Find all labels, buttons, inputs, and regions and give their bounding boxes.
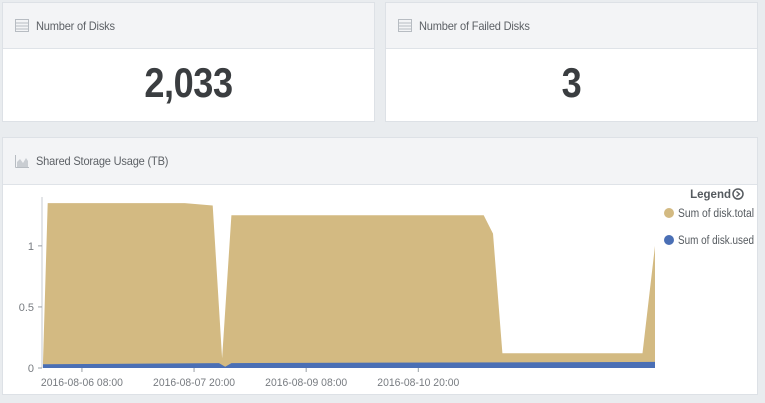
series-area-disk-total [43, 203, 655, 368]
metric-value: 2,033 [144, 59, 233, 106]
legend-swatch[interactable] [664, 235, 674, 245]
y-tick-label: 0.5 [19, 302, 34, 314]
panel-title: Shared Storage Usage (TB) [36, 154, 169, 168]
panel-header: Shared Storage Usage (TB) [3, 138, 757, 185]
y-tick-label: 0 [28, 363, 34, 375]
number-of-disks-panel: Number of Disks 2,033 [2, 2, 375, 122]
storage-area-chart: 0 0.5 1 2016-08-06 08:00 2016-08-07 20:00 201… [19, 188, 754, 403]
x-tick-label: 2016-08-10 20:00 [377, 377, 459, 389]
number-of-failed-disks-panel: Number of Failed Disks 3 [385, 2, 758, 122]
panel-header: Number of Failed Disks [386, 3, 757, 49]
legend-title: Legend [690, 189, 731, 201]
legend-swatch[interactable] [664, 208, 674, 218]
x-tick-label: 2016-08-06 08:00 [41, 377, 123, 389]
x-tick-label: 2016-08-09 08:00 [265, 377, 347, 389]
panel-title: Number of Failed Disks [419, 18, 530, 33]
table-icon [15, 19, 29, 32]
area-chart-icon [15, 154, 29, 168]
chevron-right-icon [736, 191, 741, 197]
y-tick-label: 1 [28, 241, 34, 253]
metric-value: 3 [561, 59, 582, 106]
shared-storage-usage-panel: Shared Storage Usage (TB) 0 0.5 1 2016-08-0… [2, 137, 758, 403]
table-icon [398, 19, 412, 32]
panel-title: Number of Disks [36, 18, 115, 33]
legend-item-label[interactable]: Sum of disk.used [678, 235, 754, 247]
panel-header: Number of Disks [3, 3, 374, 49]
legend-item-label[interactable]: Sum of disk.total [678, 208, 754, 220]
x-tick-label: 2016-08-07 20:00 [153, 377, 235, 389]
legend-toggle-icon[interactable] [732, 188, 744, 200]
